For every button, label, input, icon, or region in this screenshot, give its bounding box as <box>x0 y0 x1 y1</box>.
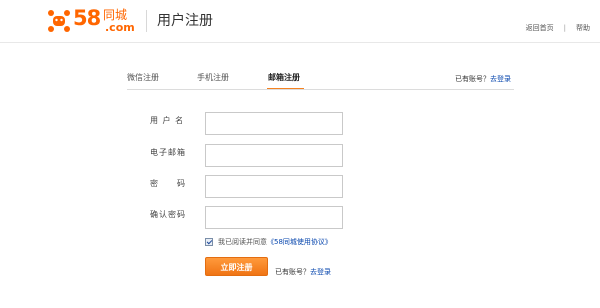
username-input[interactable] <box>205 112 343 135</box>
tab-phone-register[interactable]: 手机注册 <box>197 73 229 83</box>
logo-chinese-text: 同城 <box>103 8 128 22</box>
page-title: 用户注册 <box>157 13 213 29</box>
confirm-password-label: 确认密码 <box>150 210 186 219</box>
help-link[interactable]: 帮助 <box>576 23 590 33</box>
tab-wechat-register[interactable]: 微信注册 <box>127 73 159 83</box>
tab-login-link[interactable]: 去登录 <box>490 75 511 83</box>
register-submit-button[interactable]: 立即注册 <box>205 257 268 276</box>
top-links-separator: | <box>563 24 566 32</box>
agreement-link[interactable]: 《58同城使用协议》 <box>267 238 332 246</box>
tab-login-hint-text: 已有账号？ <box>455 75 490 83</box>
username-label: 用 户 名 <box>150 116 185 125</box>
bottom-login-link[interactable]: 去登录 <box>310 268 331 276</box>
tab-login-hint: 已有账号？去登录 <box>455 74 511 84</box>
password-label: 密 码 <box>150 179 186 188</box>
registration-tabs: 微信注册 手机注册 邮箱注册 已有账号？去登录 <box>127 73 514 90</box>
agree-checkbox[interactable] <box>205 238 213 246</box>
agreement-text: 我已阅读并同意《58同城使用协议》 <box>218 237 332 247</box>
back-home-link[interactable]: 返回首页 <box>526 23 554 33</box>
email-row: 电子邮箱 <box>150 144 350 167</box>
bottom-login-hint: 已有账号？去登录 <box>275 267 331 277</box>
username-row: 用 户 名 <box>150 112 350 135</box>
password-row: 密 码 <box>150 175 350 198</box>
logo-domain-text: .com <box>105 21 135 34</box>
tabs-rule <box>127 89 514 90</box>
password-input[interactable] <box>205 175 343 198</box>
header-divider <box>146 10 147 32</box>
top-links: 返回首页 | 帮助 <box>526 23 590 33</box>
email-label: 电子邮箱 <box>150 148 186 157</box>
tab-email-register[interactable]: 邮箱注册 <box>268 73 300 83</box>
header-rule <box>0 42 600 43</box>
confirm-password-input[interactable] <box>205 206 343 229</box>
logo-mascot-icon <box>48 10 70 32</box>
logo-58tongcheng[interactable]: 58 同城 .com <box>45 6 141 35</box>
header: 58 同城 .com 用户注册 返回首页 | 帮助 <box>0 0 600 42</box>
agreement-prefix: 我已阅读并同意 <box>218 238 267 246</box>
email-input[interactable] <box>205 144 343 167</box>
logo-number: 58 <box>73 6 101 30</box>
bottom-login-hint-text: 已有账号？ <box>275 268 310 276</box>
confirm-password-row: 确认密码 <box>150 206 350 229</box>
